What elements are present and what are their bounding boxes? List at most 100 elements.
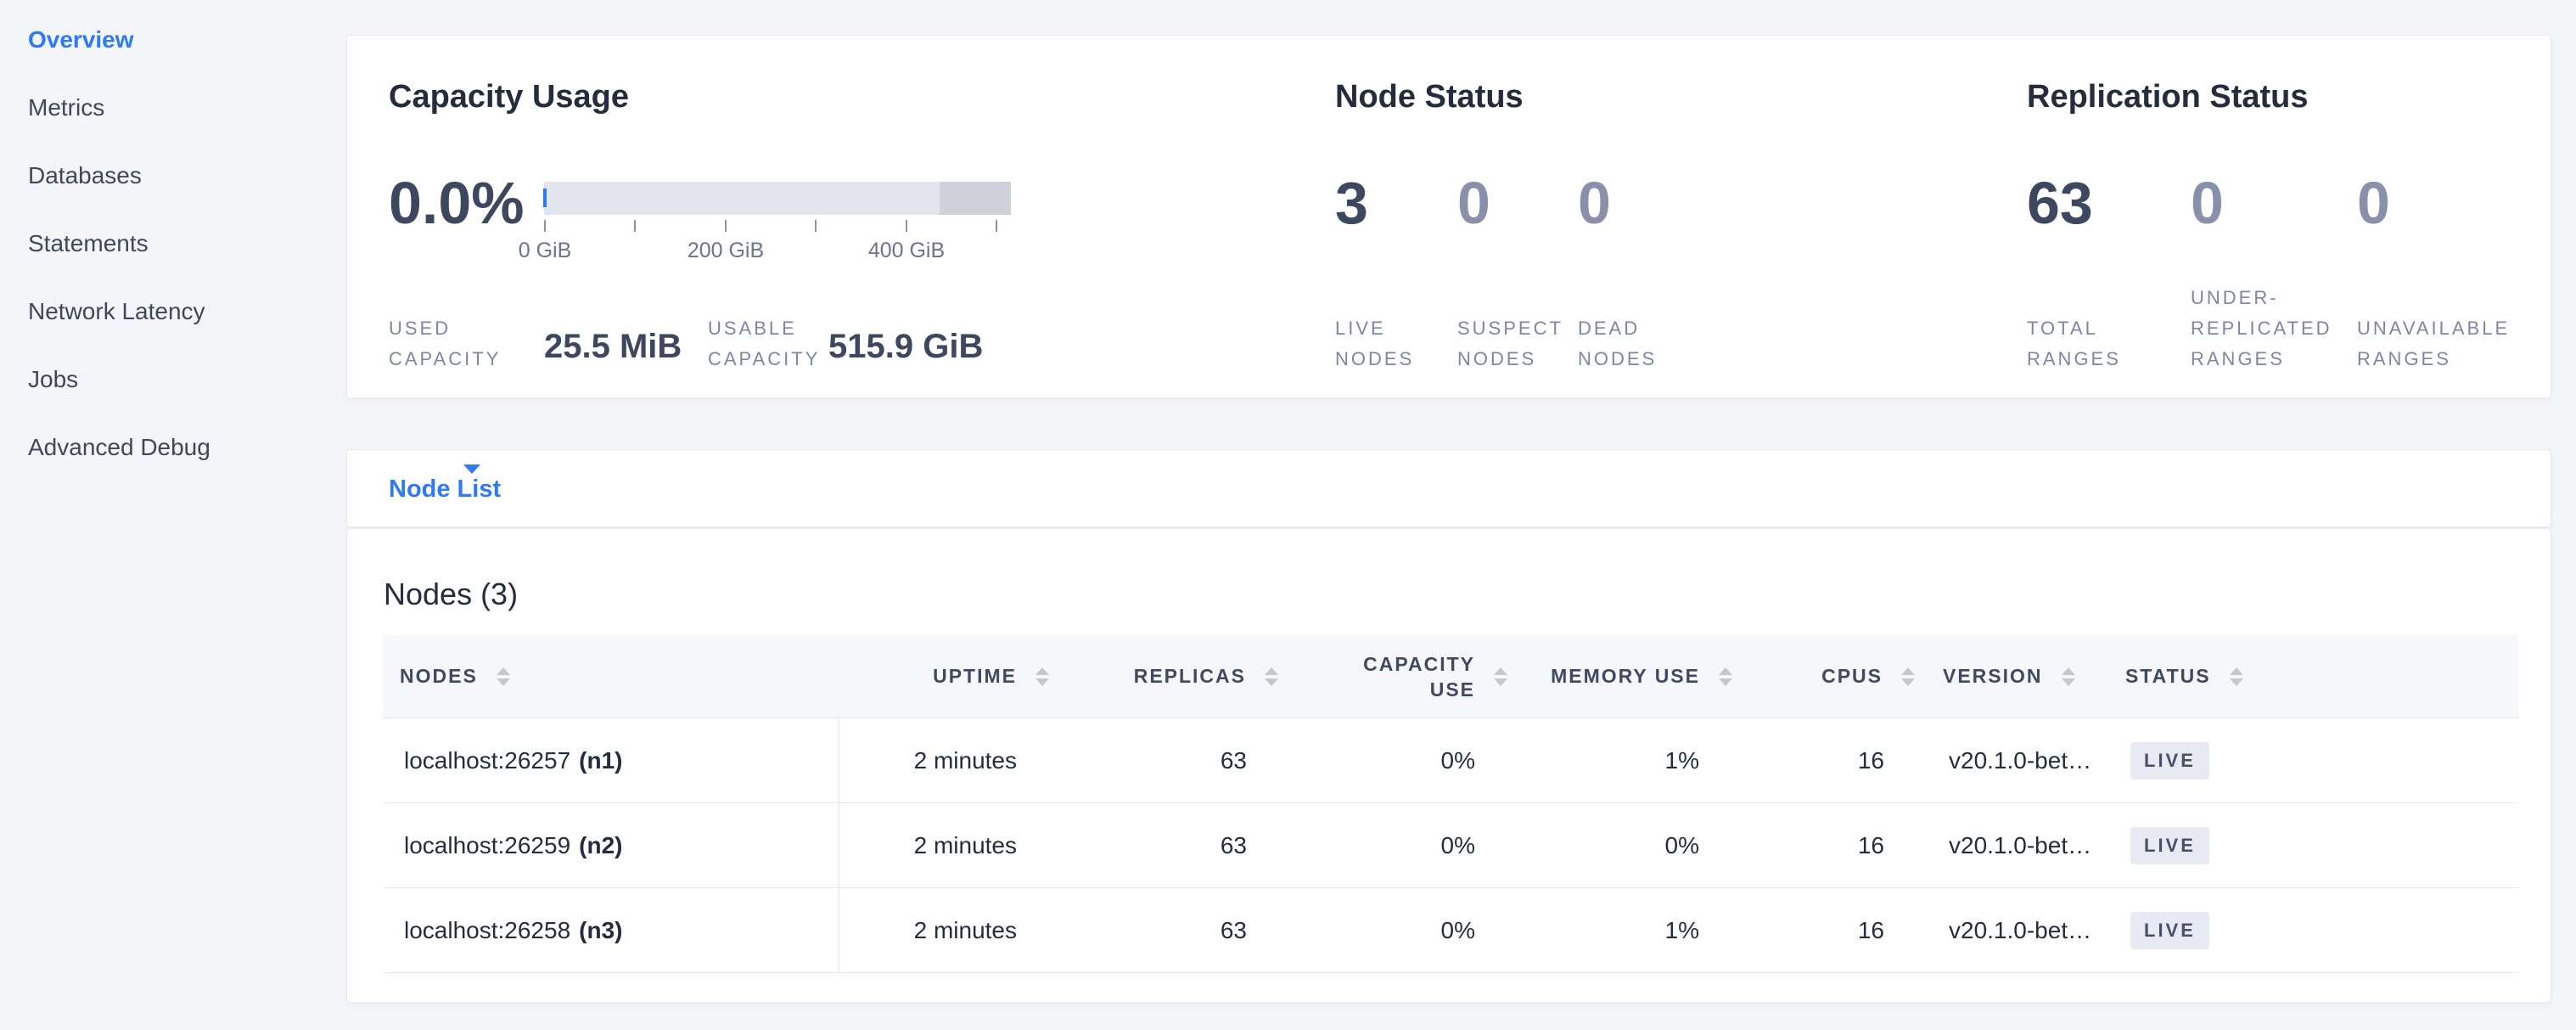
axis-tick [906, 220, 907, 232]
node-list-dropdown[interactable]: Node List [389, 470, 501, 508]
sidebar-item-overview[interactable]: Overview [28, 21, 134, 59]
cpus-cell: 16 [1746, 718, 1928, 802]
column-header-label: MEMORY USE [1551, 665, 1700, 688]
sidebar-item-jobs[interactable]: Jobs [28, 361, 78, 398]
column-header-cpus[interactable]: CPUS [1746, 635, 1928, 718]
sidebar-item-statements[interactable]: Statements [28, 225, 149, 262]
axis-tick [996, 220, 997, 232]
column-header-label: NODES [400, 665, 478, 688]
column-header-label: STATUS [2125, 665, 2211, 688]
cpus-cell: 16 [1746, 803, 1928, 887]
cluster-summary-card: Capacity Usage 0.0% 0 GiB 200 GiB 400 Gi… [346, 35, 2551, 398]
capacity-use-cell: 0% [1293, 888, 1520, 972]
uptime-cell: 2 minutes [839, 803, 1064, 887]
column-header-label: REPLICAS [1134, 665, 1246, 688]
node-status-title: Node Status [1335, 78, 1524, 115]
axis-tick [815, 220, 817, 232]
status-badge: LIVE [2130, 912, 2209, 949]
capacity-use-cell: 0% [1293, 718, 1520, 802]
dead-nodes-value: 0 [1578, 172, 1611, 234]
usable-capacity-value: 515.9 GiB [828, 327, 983, 366]
under-replicated-ranges-label: UNDER- REPLICATED RANGES [2191, 283, 2332, 374]
total-ranges-label: TOTAL RANGES [2027, 313, 2121, 374]
axis-tick-label: 200 GiB [687, 239, 764, 263]
total-ranges-value: 63 [2027, 172, 2093, 234]
sidebar-item-databases[interactable]: Databases [28, 157, 142, 194]
sort-icon [1494, 667, 1507, 686]
live-nodes-label: LIVE NODES [1335, 313, 1414, 374]
sort-icon [1901, 667, 1915, 686]
column-header-version[interactable]: VERSION [1928, 635, 2097, 718]
sort-icon [1719, 667, 1732, 686]
column-header-label: UPTIME [933, 665, 1017, 688]
replicas-cell: 63 [1064, 718, 1293, 802]
sort-icon [497, 667, 510, 686]
table-row[interactable]: localhost:26258 (n3) 2 minutes 63 0% 1% … [383, 888, 2518, 973]
memory-use-cell: 0% [1520, 803, 1746, 887]
node-name: (n1) [579, 747, 622, 774]
capacity-bar-chart [544, 182, 1011, 215]
version-cell: v20.1.0-bet… [1928, 803, 2097, 887]
column-header-label: VERSION [1943, 665, 2043, 688]
sidebar: Overview Metrics Databases Statements Ne… [0, 0, 345, 1030]
node-address[interactable]: localhost:26257 [404, 747, 570, 774]
node-address[interactable]: localhost:26259 [404, 832, 570, 859]
column-header-nodes[interactable]: NODES [383, 635, 839, 718]
axis-tick [725, 220, 727, 232]
sort-icon [1035, 667, 1049, 686]
suspect-nodes-value: 0 [1457, 172, 1490, 234]
status-badge: LIVE [2130, 827, 2209, 864]
axis-tick-label: 0 GiB [519, 239, 572, 263]
axis-tick [634, 220, 636, 232]
cpus-cell: 16 [1746, 888, 1928, 972]
unavailable-ranges-value: 0 [2357, 172, 2390, 234]
sidebar-item-network-latency[interactable]: Network Latency [28, 293, 205, 330]
column-header-capacity-use[interactable]: CAPACITY USE [1293, 635, 1520, 718]
uptime-cell: 2 minutes [839, 718, 1064, 802]
version-cell: v20.1.0-bet… [1928, 718, 2097, 802]
used-capacity-label: USED CAPACITY [389, 313, 501, 374]
capacity-usage-title: Capacity Usage [389, 78, 629, 115]
sidebar-item-metrics[interactable]: Metrics [28, 89, 104, 127]
capacity-bar-axis: 0 GiB 200 GiB 400 GiB [544, 220, 998, 305]
caret-down-icon [463, 464, 480, 474]
sidebar-item-advanced-debug[interactable]: Advanced Debug [28, 429, 210, 466]
used-capacity-value: 25.5 MiB [544, 327, 682, 366]
table-row[interactable]: localhost:26257 (n1) 2 minutes 63 0% 1% … [383, 718, 2518, 803]
table-row[interactable]: localhost:26259 (n2) 2 minutes 63 0% 0% … [383, 803, 2518, 888]
sort-icon [2062, 667, 2075, 686]
under-replicated-ranges-value: 0 [2191, 172, 2224, 234]
memory-use-cell: 1% [1520, 888, 1746, 972]
nodes-table: NODES UPTIME REPLICAS CAPACITY USE MEMOR… [383, 635, 2518, 973]
capacity-used-percent: 0.0% [389, 172, 525, 234]
dead-nodes-label: DEAD NODES [1578, 313, 1657, 374]
column-header-uptime[interactable]: UPTIME [839, 635, 1064, 718]
column-header-status[interactable]: STATUS [2097, 635, 2518, 718]
replicas-cell: 63 [1064, 803, 1293, 887]
unavailable-ranges-label: UNAVAILABLE RANGES [2357, 313, 2510, 374]
view-selector-card: Node List [346, 449, 2551, 527]
node-name: (n3) [579, 917, 622, 944]
replication-status-title: Replication Status [2027, 78, 2309, 115]
axis-tick-label: 400 GiB [868, 239, 945, 263]
memory-use-cell: 1% [1520, 718, 1746, 802]
replicas-cell: 63 [1064, 888, 1293, 972]
column-header-memory-use[interactable]: MEMORY USE [1520, 635, 1746, 718]
suspect-nodes-label: SUSPECT NODES [1457, 313, 1563, 374]
node-address[interactable]: localhost:26258 [404, 917, 570, 944]
sort-icon [1265, 667, 1278, 686]
status-badge: LIVE [2130, 742, 2209, 780]
nodes-table-card: Nodes (3) NODES UPTIME REPLICAS CAPACITY… [346, 528, 2551, 1003]
capacity-bar-reserved-segment [940, 182, 1011, 215]
column-header-replicas[interactable]: REPLICAS [1064, 635, 1293, 718]
node-name: (n2) [579, 832, 622, 859]
table-header-row: NODES UPTIME REPLICAS CAPACITY USE MEMOR… [383, 635, 2518, 718]
nodes-table-title: Nodes (3) [384, 577, 518, 612]
axis-tick [544, 220, 546, 232]
usable-capacity-label: USABLE CAPACITY [708, 313, 820, 374]
cluster-overview-page: Overview Metrics Databases Statements Ne… [0, 0, 2576, 1030]
column-header-label: CPUS [1821, 665, 1883, 688]
column-header-label: CAPACITY USE [1356, 651, 1475, 702]
capacity-use-cell: 0% [1293, 803, 1520, 887]
sort-icon [2230, 667, 2243, 686]
